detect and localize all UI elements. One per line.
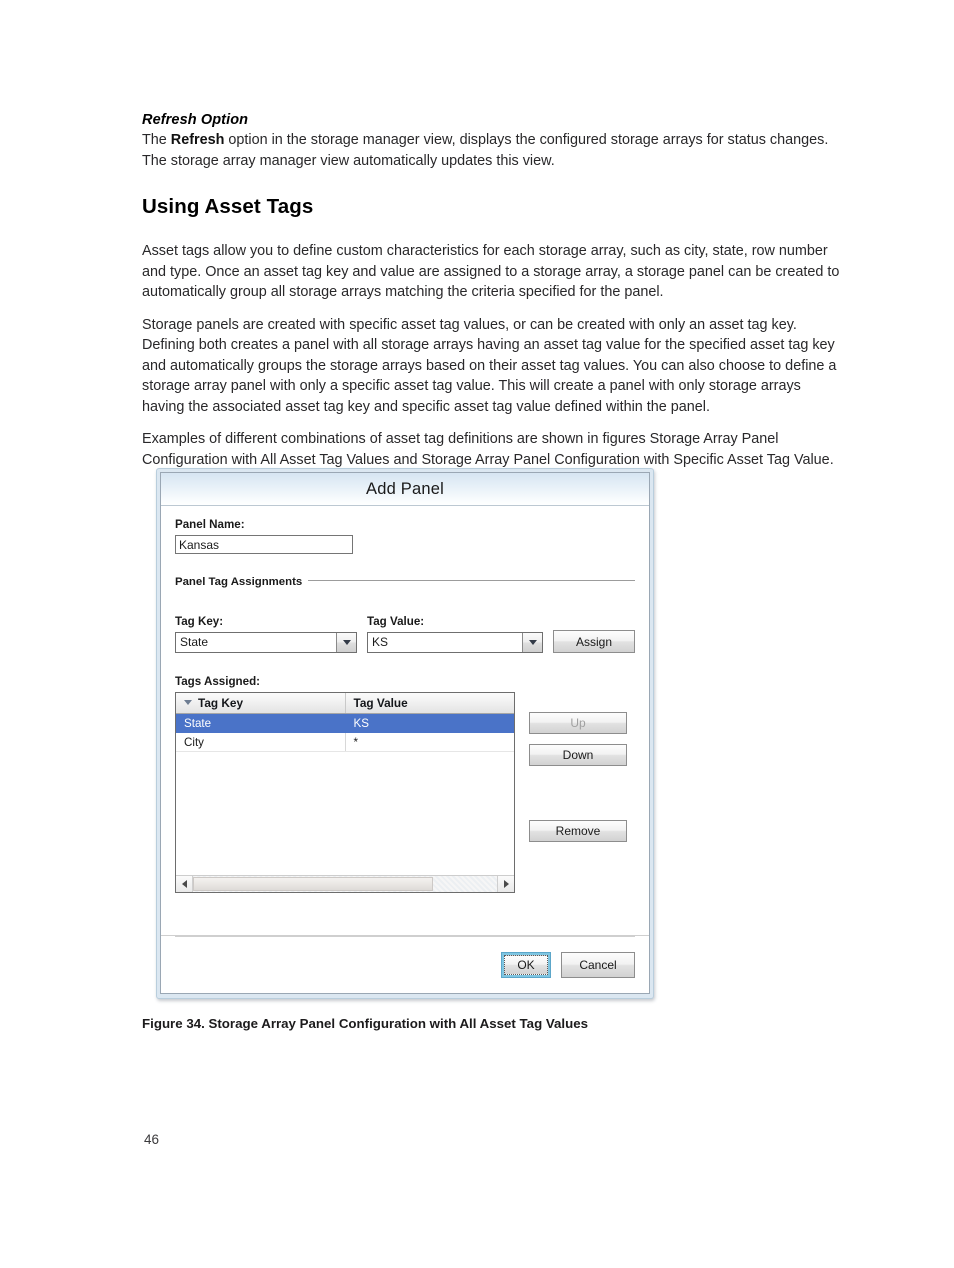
scrollbar-thumb[interactable] (193, 877, 434, 891)
ok-button-focus-ring: OK (501, 951, 551, 978)
asset-tags-paragraph-1: Asset tags allow you to define custom ch… (142, 243, 840, 300)
tags-table: Tag Key Tag Value State KS City * (176, 693, 514, 752)
cell-tag-key: State (176, 713, 346, 733)
table-empty-area (176, 752, 514, 875)
ok-button[interactable]: OK (504, 954, 548, 975)
table-action-buttons: Up Down Remove (529, 692, 627, 842)
group-title-label: Panel Tag Assignments (175, 576, 309, 588)
scroll-left-arrow-icon[interactable] (176, 876, 193, 892)
tag-value-dropdown[interactable]: KS (367, 632, 543, 653)
tags-assigned-label: Tags Assigned: (175, 675, 261, 688)
table-row[interactable]: City * (176, 732, 514, 752)
text-column: Refresh Option The Refresh option in the… (142, 112, 842, 482)
refresh-option-heading: Refresh Option (142, 112, 249, 128)
tags-table-zone: Tag Key Tag Value State KS City * Up Dow… (175, 692, 635, 893)
dialog-window: Add Panel Panel Name: Panel Tag Assignme… (160, 472, 650, 994)
column-header-tag-value-label: Tag Value (353, 696, 408, 710)
column-header-tag-key-label: Tag Key (198, 696, 244, 710)
tag-key-selected-value: State (180, 635, 209, 649)
cancel-button[interactable]: Cancel (561, 951, 635, 978)
assign-button[interactable]: Assign (553, 630, 635, 653)
cell-tag-value: * (345, 732, 514, 752)
tag-key-field: Tag Key: State (175, 615, 357, 653)
footer-divider (175, 936, 635, 937)
page-title: Using Asset Tags (142, 195, 314, 218)
asset-tags-paragraph-3: Examples of different combinations of as… (142, 431, 834, 468)
asset-tags-paragraph-2: Storage panels are created with specific… (142, 316, 837, 415)
add-panel-dialog-figure: Add Panel Panel Name: Panel Tag Assignme… (156, 468, 654, 999)
refresh-bold-term: Refresh (170, 132, 225, 148)
dialog-footer: OK Cancel (161, 935, 649, 993)
cell-tag-key: City (176, 732, 346, 752)
tag-value-field: Tag Value: KS (367, 615, 543, 653)
table-header-row: Tag Key Tag Value (176, 693, 514, 714)
refresh-para-part1: The (142, 132, 171, 148)
move-up-button[interactable]: Up (529, 712, 627, 734)
dialog-title: Add Panel (366, 479, 444, 498)
move-down-button[interactable]: Down (529, 744, 627, 766)
tag-value-label: Tag Value: (367, 615, 425, 628)
column-header-tag-key[interactable]: Tag Key (176, 693, 346, 714)
dialog-body: Panel Name: Panel Tag Assignments Tag Ke… (161, 506, 649, 930)
tag-entry-row: Tag Key: State Tag Value: KS Assign (175, 615, 635, 653)
sort-descending-icon (184, 700, 192, 706)
dialog-titlebar: Add Panel (161, 473, 649, 506)
refresh-option-paragraph: The Refresh option in the storage manage… (142, 130, 842, 171)
scrollbar-track[interactable] (193, 876, 497, 892)
cell-tag-value: KS (345, 713, 514, 733)
scroll-right-arrow-icon[interactable] (497, 876, 514, 892)
tag-key-dropdown[interactable]: State (175, 632, 357, 653)
column-header-tag-value[interactable]: Tag Value (345, 693, 514, 714)
tags-assigned-table[interactable]: Tag Key Tag Value State KS City * (175, 692, 515, 893)
remove-button[interactable]: Remove (529, 820, 627, 842)
tag-value-selected-value: KS (372, 635, 389, 649)
tag-key-label: Tag Key: (175, 615, 224, 628)
table-row[interactable]: State KS (176, 713, 514, 733)
chevron-down-icon[interactable] (522, 633, 542, 652)
document-page: Refresh Option The Refresh option in the… (0, 0, 954, 1268)
panel-tag-assignments-group: Panel Tag Assignments (175, 572, 635, 590)
panel-name-label: Panel Name: (175, 518, 245, 531)
chevron-down-icon[interactable] (336, 633, 356, 652)
panel-name-input[interactable] (175, 535, 353, 554)
horizontal-scrollbar[interactable] (176, 875, 514, 892)
refresh-para-part2: option in the storage manager view, disp… (142, 132, 829, 169)
page-number: 46 (144, 1132, 160, 1147)
figure-caption: Figure 34. Storage Array Panel Configura… (142, 1016, 589, 1031)
